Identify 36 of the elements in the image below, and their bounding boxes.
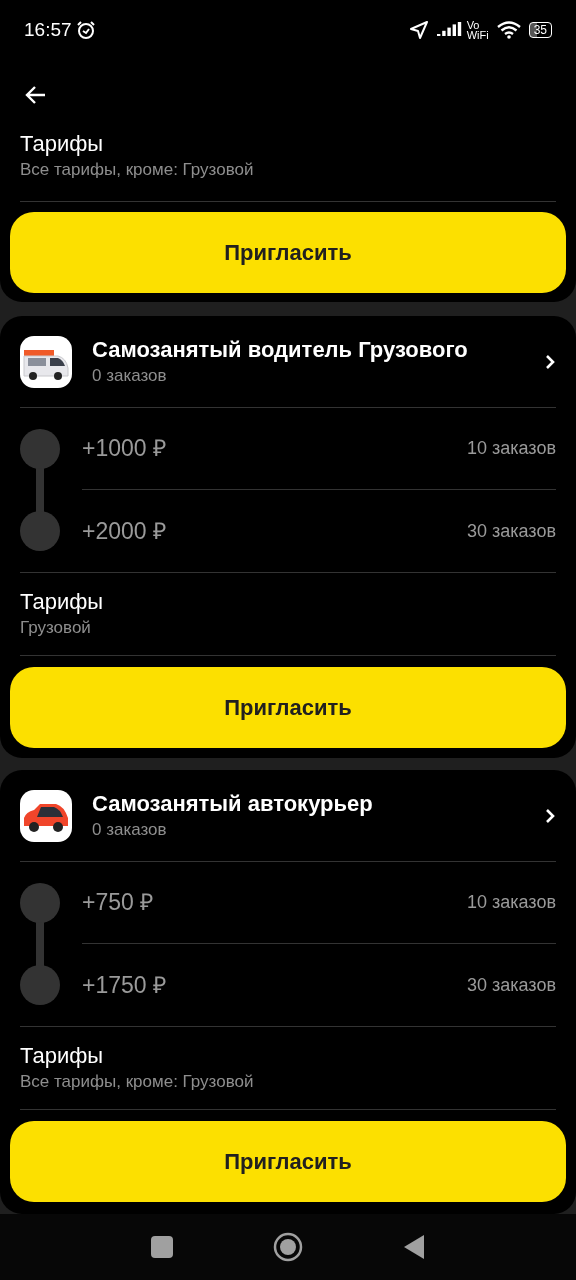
bonus-amount: +750 ₽ (82, 888, 154, 918)
vowifi-label: WiFi (466, 30, 489, 40)
invite-button[interactable]: Пригласить (10, 667, 566, 748)
chevron-right-icon[interactable] (544, 807, 556, 825)
invite-button[interactable]: Пригласить (10, 1121, 566, 1202)
van-icon (20, 336, 72, 388)
car-icon (20, 790, 72, 842)
orders-threshold: 30 заказов (467, 973, 556, 997)
bonus-amount: +2000 ₽ (82, 516, 166, 546)
status-time: 16:57 (24, 17, 72, 42)
orders-count: 0 заказов (92, 365, 168, 387)
vowifi-label: Vo (466, 20, 481, 30)
tariffs-value: Все тарифы, кроме: Грузовой (20, 1071, 255, 1093)
chevron-right-icon[interactable] (544, 353, 556, 371)
offer-title: Самозанятый водитель Грузового (92, 336, 469, 364)
tariffs-title: Тарифы (20, 130, 105, 158)
back-nav-button[interactable] (403, 1234, 425, 1260)
orders-threshold: 30 заказов (467, 519, 556, 543)
tariffs-value: Все тарифы, кроме: Грузовой (20, 159, 255, 181)
tariffs-value: Грузовой (20, 617, 92, 639)
bonus-amount: +1000 ₽ (82, 434, 166, 464)
tariffs-title: Тарифы (20, 588, 105, 616)
invite-button[interactable]: Пригласить (10, 212, 566, 293)
recents-button[interactable] (151, 1236, 173, 1258)
bonus-amount: +1750 ₽ (82, 970, 166, 1000)
orders-threshold: 10 заказов (467, 437, 556, 460)
alarm-icon (75, 20, 96, 40)
offer-title: Самозанятый автокурьер (92, 790, 374, 818)
tariffs-title: Тарифы (20, 1042, 105, 1070)
orders-count: 0 заказов (92, 819, 168, 841)
battery-indicator: 35 (528, 22, 552, 38)
signal-icon (436, 22, 463, 38)
home-button[interactable] (273, 1232, 303, 1262)
orders-threshold: 10 заказов (467, 891, 556, 914)
location-icon (408, 20, 429, 40)
wifi-icon (496, 21, 521, 39)
